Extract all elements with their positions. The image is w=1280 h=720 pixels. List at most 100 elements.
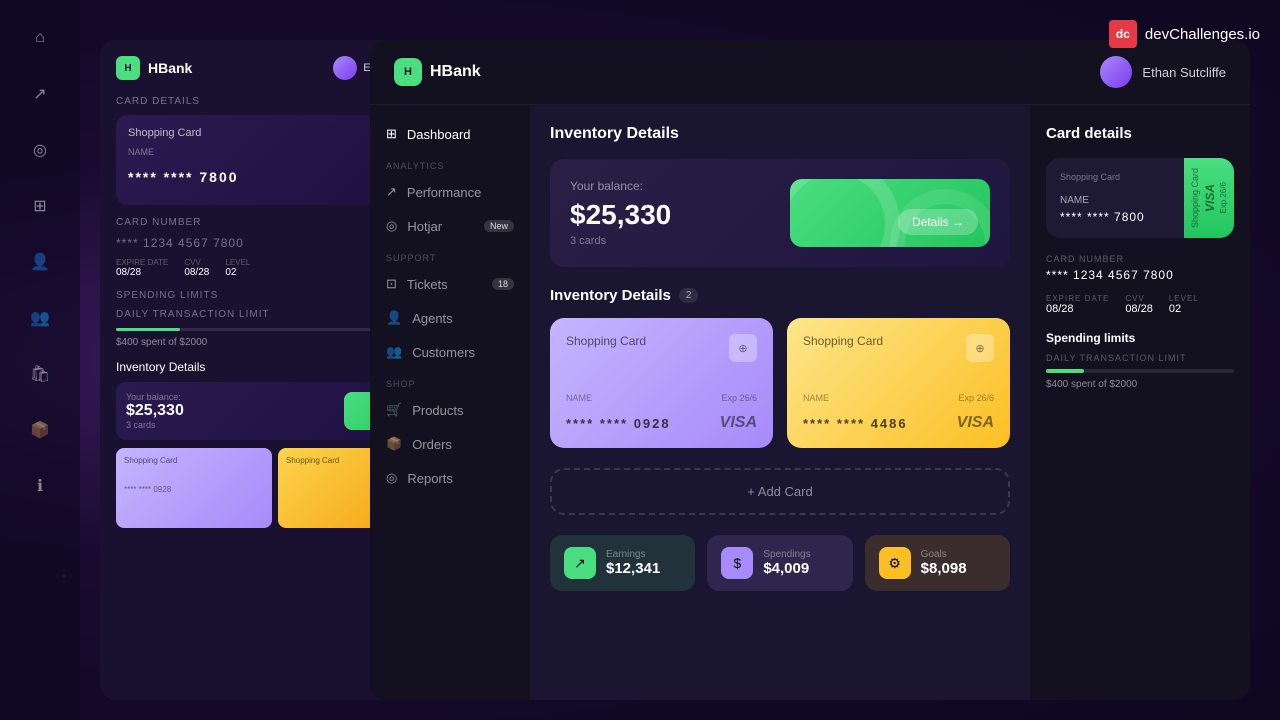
sidebar-icon-users[interactable]: 👥 bbox=[22, 300, 58, 336]
nav-performance-label: Performance bbox=[407, 185, 481, 200]
purple-card-exp: Exp 26/6 bbox=[721, 393, 757, 403]
balance-left: Your balance: $25,330 3 cards bbox=[570, 179, 790, 247]
right-card-number: **** **** 7800 bbox=[1060, 210, 1170, 224]
stat-spendings-content: Spendings $4,009 bbox=[763, 549, 810, 577]
stat-spendings: $ Spendings $4,009 bbox=[707, 535, 852, 591]
expire-date-item: EXPIRE DATE 08/28 bbox=[1046, 294, 1109, 315]
card-meta-details: EXPIRE DATE 08/28 CVV 08/28 LEVEL 02 bbox=[1046, 294, 1234, 315]
balance-card: Your balance: $25,330 3 cards Details → bbox=[550, 159, 1010, 267]
purple-card-visa: VISA bbox=[720, 414, 757, 432]
right-card-name-label: NAME bbox=[1060, 195, 1170, 206]
products-icon: 🛒 bbox=[386, 402, 402, 418]
spending-bar-track bbox=[1046, 369, 1234, 373]
sidebar-icon-location[interactable]: ◎ bbox=[22, 132, 58, 168]
right-card-shopping-card-label: Shopping Card bbox=[1190, 168, 1200, 228]
spendings-icon: $ bbox=[721, 547, 753, 579]
stat-earnings: ↗ Earnings $12,341 bbox=[550, 535, 695, 591]
nav-item-reports[interactable]: ◎ Reports bbox=[370, 461, 530, 495]
sidebar-icon-grid[interactable]: ⊞ bbox=[22, 188, 58, 224]
bg-card-name-label: NAME bbox=[128, 147, 154, 157]
hotjar-icon: ◎ bbox=[386, 218, 397, 234]
bg-balance-cards: 3 cards bbox=[126, 420, 336, 430]
performance-icon: ↗ bbox=[386, 184, 397, 200]
balance-cards-count: 3 cards bbox=[570, 235, 790, 247]
nav-item-products[interactable]: 🛒 Products bbox=[370, 393, 530, 427]
inv-section-header: Inventory Details 2 bbox=[550, 287, 1010, 304]
bg-inv-card1-title: Shopping Card bbox=[124, 456, 264, 465]
sidebar-icon-bag[interactable]: 🛍 bbox=[22, 356, 58, 392]
sidebar-icon-box[interactable]: 📦 bbox=[22, 412, 58, 448]
right-panel-title: Card details bbox=[1046, 125, 1234, 142]
orange-card-title: Shopping Card bbox=[803, 334, 883, 348]
card-number-section: CARD NUMBER **** 1234 4567 7800 bbox=[1046, 254, 1234, 282]
earnings-label: Earnings bbox=[606, 549, 660, 560]
orange-card-footer: **** **** 4486 VISA bbox=[803, 414, 994, 432]
orange-card-visa: VISA bbox=[957, 414, 994, 432]
payment-card-purple: Shopping Card ⊕ NAME Exp 26/6 **** **** … bbox=[550, 318, 773, 448]
sidebar-icon-user[interactable]: 👤 bbox=[22, 244, 58, 280]
add-card-button[interactable]: + Add Card bbox=[550, 468, 1010, 515]
purple-card-header: Shopping Card ⊕ bbox=[566, 334, 757, 362]
expire-label: EXPIRE DATE bbox=[1046, 294, 1109, 303]
nav-item-orders[interactable]: 📦 Orders bbox=[370, 427, 530, 461]
nav-section-analytics: Analytics bbox=[370, 151, 530, 175]
nav-hotjar-label: Hotjar bbox=[407, 219, 442, 234]
nav-item-tickets[interactable]: ⊡ Tickets 18 bbox=[370, 267, 530, 301]
orange-card-header: Shopping Card ⊕ bbox=[803, 334, 994, 362]
nav-item-performance[interactable]: ↗ Performance bbox=[370, 175, 530, 209]
goals-icon: ⚙ bbox=[879, 547, 911, 579]
right-card-shopping-label: Shopping Card bbox=[1060, 172, 1170, 182]
main-app-name: HBank bbox=[430, 63, 481, 81]
card-number-label: CARD NUMBER bbox=[1046, 254, 1234, 264]
agents-icon: 👤 bbox=[386, 310, 402, 326]
nav-item-agents[interactable]: 👤 Agents bbox=[370, 301, 530, 335]
nav-item-customers[interactable]: 👥 Customers bbox=[370, 335, 530, 369]
bg-level-value: 02 bbox=[225, 267, 250, 278]
nav-item-hotjar[interactable]: ◎ Hotjar New bbox=[370, 209, 530, 243]
purple-card-row: NAME Exp 26/6 bbox=[566, 393, 757, 403]
top-brand: dc devChallenges.io bbox=[1109, 20, 1260, 48]
spending-section: Spending limits DAILY TRANSACTION LIMIT … bbox=[1046, 331, 1234, 390]
nav-item-dashboard[interactable]: ⊞ Dashboard bbox=[370, 117, 530, 151]
icon-sidebar: ⌂ ↗ ◎ ⊞ 👤 👥 🛍 📦 ℹ bbox=[0, 0, 80, 720]
content-area: Inventory Details Your balance: $25,330 … bbox=[530, 105, 1030, 700]
level-item: LEVEL 02 bbox=[1169, 294, 1199, 315]
main-username: Ethan Sutcliffe bbox=[1142, 65, 1226, 80]
sidebar-icon-home[interactable]: ⌂ bbox=[22, 20, 58, 56]
nav-agents-label: Agents bbox=[412, 311, 452, 326]
purple-card-icon: ⊕ bbox=[729, 334, 757, 362]
brand-name: devChallenges.io bbox=[1145, 26, 1260, 43]
left-nav: ⊞ Dashboard Analytics ↗ Performance ◎ Ho… bbox=[370, 105, 530, 700]
earnings-value: $12,341 bbox=[606, 560, 660, 577]
bg-inv-card-purple: Shopping Card **** **** 0928 bbox=[116, 448, 272, 528]
main-header: H HBank Ethan Sutcliffe bbox=[370, 40, 1250, 105]
bg-balance-left: Your balance: $25,330 3 cards bbox=[126, 392, 336, 430]
sidebar-icon-chart[interactable]: ↗ bbox=[22, 76, 58, 112]
nav-dashboard-label: Dashboard bbox=[407, 127, 471, 142]
spendings-label: Spendings bbox=[763, 549, 810, 560]
bg-inv-card1-num: **** **** 0928 bbox=[124, 485, 264, 494]
stats-row: ↗ Earnings $12,341 $ Spendings $4,009 ⚙ bbox=[550, 535, 1010, 591]
nav-products-label: Products bbox=[412, 403, 463, 418]
bg-inventory-title: Inventory Details bbox=[116, 360, 205, 374]
inv-section-title: Inventory Details bbox=[550, 287, 671, 304]
tickets-icon: ⊡ bbox=[386, 276, 397, 292]
goals-label: Goals bbox=[921, 549, 967, 560]
reports-icon: ◎ bbox=[386, 470, 397, 486]
bg-avatar bbox=[333, 56, 357, 80]
details-button[interactable]: Details → bbox=[898, 209, 978, 235]
tickets-badge: 18 bbox=[492, 278, 514, 290]
balance-right-panel: Details → bbox=[790, 179, 990, 247]
balance-label: Your balance: bbox=[570, 179, 790, 193]
sidebar-icon-info[interactable]: ℹ bbox=[22, 468, 58, 504]
nav-section-support: Support bbox=[370, 243, 530, 267]
brand-logo-icon: dc bbox=[1109, 20, 1137, 48]
bg-balance-label: Your balance: bbox=[126, 392, 336, 402]
main-avatar bbox=[1100, 56, 1132, 88]
nav-orders-label: Orders bbox=[412, 437, 452, 452]
balance-amount: $25,330 bbox=[570, 199, 790, 231]
bg-card-num: **** **** 7800 bbox=[128, 169, 239, 185]
orange-card-number: **** **** 4486 bbox=[803, 416, 908, 431]
level-value: 02 bbox=[1169, 303, 1199, 315]
level-label: LEVEL bbox=[1169, 294, 1199, 303]
